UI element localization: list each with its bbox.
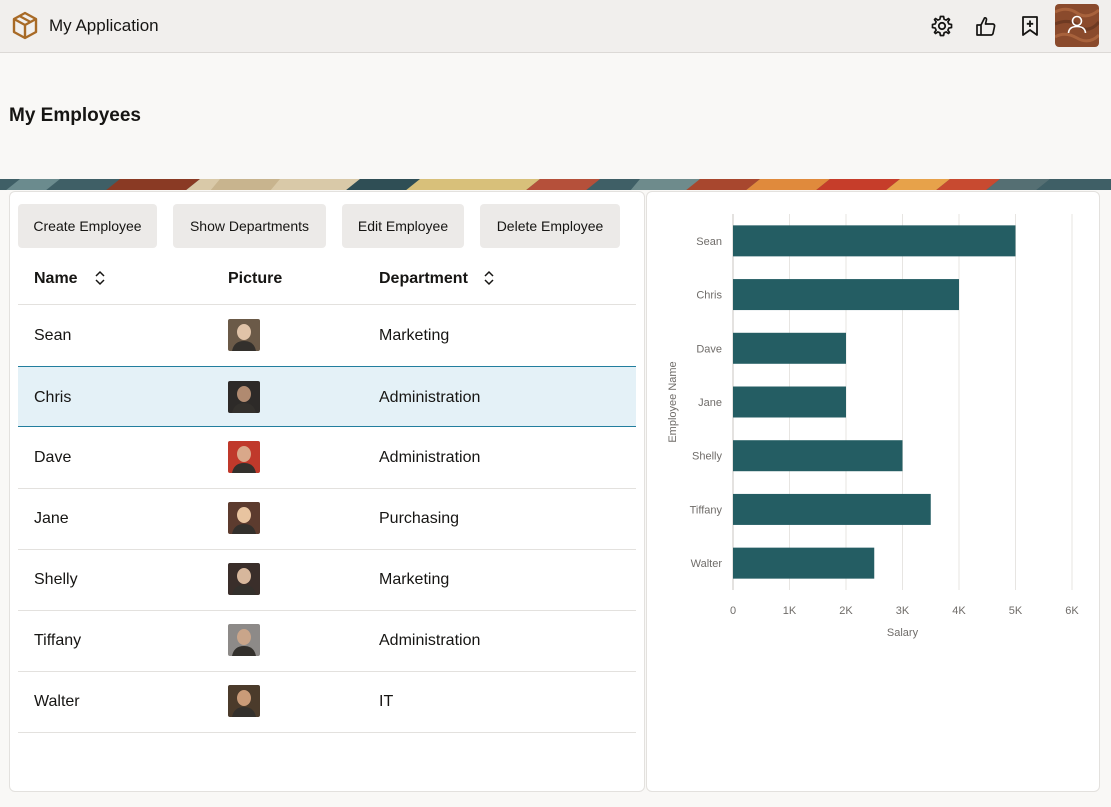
column-header-picture: Picture [228,270,283,287]
salary-bar-chart: Sean Chris Dave Jane Shelly Tiffany Walter 0 1K 2… [667,214,1079,639]
employee-department: IT [379,693,394,710]
gear-icon[interactable] [930,14,954,38]
y-tick-label: Tiffany [690,504,723,516]
employee-table-panel: Create Employee Show Departments Edit Em… [9,191,645,792]
bar[interactable] [733,279,959,311]
employee-photo [228,563,260,595]
app-title: My Application [49,16,159,35]
x-tick-label: 4K [952,605,966,617]
employee-department: Marketing [379,571,450,588]
y-tick-label: Dave [696,343,722,355]
employee-department: Purchasing [379,510,460,527]
table-row[interactable]: Shelly Marketing [18,549,636,610]
employee-department: Administration [379,449,481,466]
column-header-name[interactable]: Name [34,270,78,288]
employee-department: Administration [379,632,481,649]
table-row[interactable]: Walter IT [18,671,636,732]
table-row[interactable]: Dave Administration [18,427,636,488]
table-row[interactable]: Jane Purchasing [18,488,636,549]
bar[interactable] [733,547,875,579]
column-header-department[interactable]: Department [379,270,468,288]
employee-name: Walter [34,693,80,710]
x-axis-title: Salary [887,627,919,639]
y-tick-label: Shelly [692,451,722,463]
page-title: My Employees [9,105,141,126]
x-tick-label: 6K [1065,605,1079,617]
edit-employee-button[interactable]: Edit Employee [342,204,464,248]
x-tick-label: 1K [783,605,797,617]
app-header: My Application [0,0,1111,53]
row-divider [18,732,636,733]
user-avatar[interactable] [1055,4,1099,47]
bar[interactable] [733,386,846,418]
employee-department: Marketing [379,327,450,344]
y-tick-label: Jane [698,397,722,409]
y-tick-label: Walter [691,558,723,570]
employee-name: Jane [34,510,69,527]
employee-name: Sean [34,327,72,344]
decorative-banner [0,178,1111,190]
y-tick-label: Chris [696,290,722,302]
y-tick-label: Sean [696,236,722,248]
salary-chart-panel: Sean Chris Dave Jane Shelly Tiffany Walter 0 1K 2… [646,191,1100,792]
employee-name: Tiffany [34,632,82,649]
bar[interactable] [733,440,903,472]
employee-photo [228,624,260,656]
delete-employee-button[interactable]: Delete Employee [480,204,620,248]
employee-photo [228,502,260,534]
x-tick-label: 3K [896,605,910,617]
employee-photo [228,381,260,413]
bar[interactable] [733,225,1016,257]
bar[interactable] [733,493,931,525]
employee-photo [228,319,260,351]
table-row[interactable]: Chris Administration [18,366,636,427]
create-employee-button[interactable]: Create Employee [18,204,157,248]
sort-icon[interactable] [94,270,106,286]
page-header: My Employees [0,53,1111,178]
table-row[interactable]: Tiffany Administration [18,610,636,671]
bar[interactable] [733,332,846,364]
x-tick-label: 5K [1009,605,1023,617]
employee-photo [228,441,260,473]
y-axis-title: Employee Name [667,361,679,442]
x-tick-label: 0 [730,605,736,617]
employee-department: Administration [379,389,481,406]
employee-name: Shelly [34,571,78,588]
employee-name: Dave [34,449,72,466]
sort-icon[interactable] [483,270,495,286]
show-departments-button[interactable]: Show Departments [173,204,326,248]
employee-photo [228,685,260,717]
box-logo-icon [12,11,38,40]
bookmark-add-icon[interactable] [1018,14,1042,38]
employee-name: Chris [34,389,72,406]
x-tick-label: 2K [839,605,853,617]
thumbs-up-icon[interactable] [974,14,998,38]
table-row[interactable]: Sean Marketing [18,305,636,366]
